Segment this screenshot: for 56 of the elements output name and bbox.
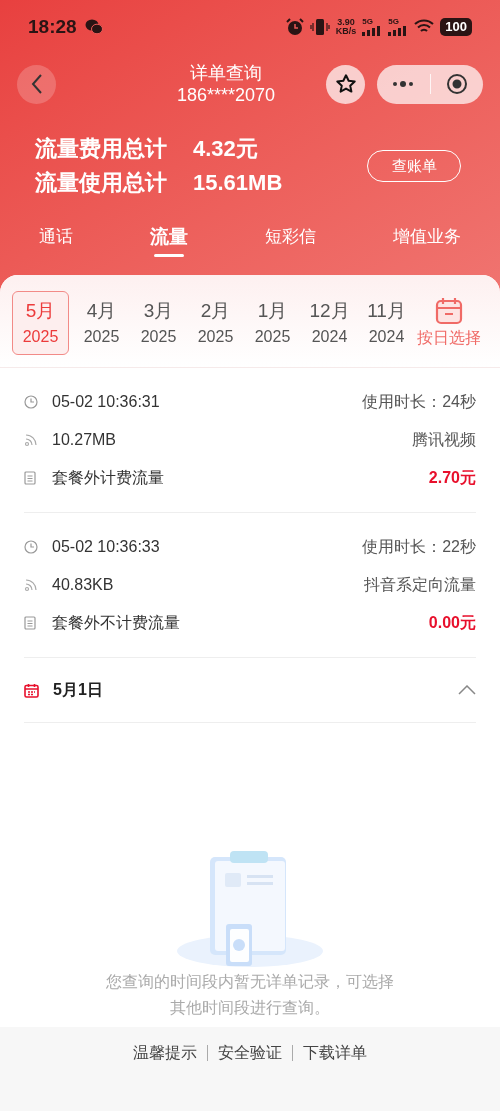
month-option[interactable]: 3月 2025 <box>130 291 187 355</box>
record-app: 抖音系定向流量 <box>364 575 476 595</box>
summary-value: 4.32元 <box>193 135 258 163</box>
month-option[interactable]: 1月 2025 <box>244 291 301 355</box>
summary-label: 流量使用总计 <box>35 169 167 197</box>
record-duration: 使用时长：22秒 <box>362 537 476 557</box>
battery-level: 100 <box>440 18 472 36</box>
empty-message: 您查询的时间段内暂无详单记录，可选择其他时间段进行查询。 <box>105 972 395 1018</box>
month-option[interactable]: 4月 2025 <box>73 291 130 355</box>
calendar-icon <box>434 296 464 326</box>
signal-icon <box>24 433 38 447</box>
month-option[interactable]: 2月 2025 <box>187 291 244 355</box>
caret-icon <box>458 685 476 695</box>
day-group-header[interactable]: 5月1日 <box>24 658 476 723</box>
signal-icon <box>24 578 38 592</box>
star-icon <box>334 73 357 95</box>
record-usage: 40.83KB <box>52 575 114 595</box>
record-fee: 2.70元 <box>428 468 476 488</box>
more-icon <box>392 80 415 88</box>
calendar-icon <box>24 682 39 698</box>
summary-value: 15.61MB <box>193 169 283 197</box>
back-icon <box>30 74 43 94</box>
network-type: 5G <box>388 18 399 26</box>
month-option[interactable]: 5月 2025 <box>12 291 69 355</box>
target-icon <box>445 73 468 95</box>
record-type: 套餐外计费流量 <box>52 468 164 488</box>
record-duration: 使用时长：24秒 <box>362 392 476 412</box>
network-speed: 3.90 <box>337 18 355 27</box>
record-fee: 0.00元 <box>428 613 476 633</box>
clock-icon <box>24 395 38 409</box>
record-app: 腾讯视频 <box>412 430 476 450</box>
document-icon <box>24 616 36 630</box>
page-title: 详单查询 <box>190 62 262 84</box>
footer-link[interactable]: 温馨提示 <box>133 1041 197 1065</box>
speed-unit: KB/s <box>335 27 357 36</box>
footer-link[interactable]: 安全验证 <box>218 1041 282 1065</box>
signal-bars-icon <box>388 26 409 36</box>
summary-label: 流量费用总计 <box>35 135 167 163</box>
record-time: 05-02 10:36:31 <box>52 392 160 412</box>
document-icon <box>24 471 36 485</box>
record-type: 套餐外不计费流量 <box>52 613 180 633</box>
network-type: 5G <box>362 18 373 26</box>
phone-number: 186****2070 <box>176 84 276 106</box>
footer-link[interactable]: 下载详单 <box>303 1041 367 1065</box>
back-button[interactable] <box>17 64 56 104</box>
vibrate-icon <box>309 19 330 35</box>
month-option[interactable]: 12月 2024 <box>301 291 358 355</box>
clock-time: 18:28 <box>28 14 77 39</box>
month-option[interactable]: 11月 2024 <box>358 291 415 355</box>
chat-app-icon <box>84 19 103 35</box>
signal-bars-icon <box>362 26 383 36</box>
alarm-icon <box>285 18 304 36</box>
favorite-button[interactable] <box>326 64 365 104</box>
clock-icon <box>24 540 38 554</box>
record-time: 05-02 10:36:33 <box>52 537 160 557</box>
record-usage: 10.27MB <box>52 430 117 450</box>
